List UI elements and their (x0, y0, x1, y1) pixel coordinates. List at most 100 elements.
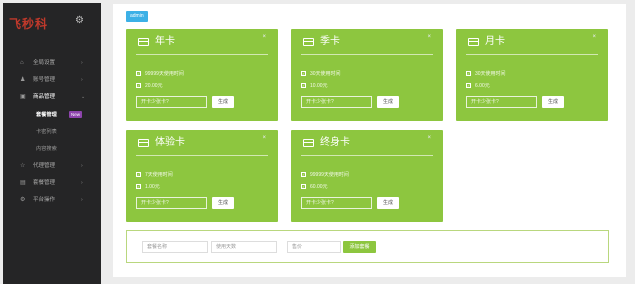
card-price: ✓ 6.00元 (466, 82, 490, 90)
card-duration: ✓ 99999天使用时间 (136, 70, 184, 78)
check-icon: ✓ (301, 82, 306, 88)
divider (301, 155, 433, 156)
sidebar-item-label: 套餐管理 (33, 180, 56, 186)
package-card-trial: 体验卡 × ✓ 7天使用时间 ✓ 1.00元 开卡少张卡? 生成 (126, 130, 278, 222)
check-icon: ✓ (301, 183, 306, 189)
package-card-quarterly: 季卡 × ✓ 30天使用时间 ✓ 10.00元 开卡少张卡? 生成 (291, 29, 443, 121)
card-price: ✓ 10.00元 (301, 82, 328, 90)
price-input[interactable]: 售价 (287, 241, 341, 253)
card-price: ✓ 20.00元 (136, 82, 163, 90)
sidebar-item-agents[interactable]: ☆ 代理管理 › (3, 159, 101, 173)
sidebar-item-label: 账号管理 (33, 77, 56, 83)
duration-text: 7天使用时间 (145, 172, 173, 178)
add-package-button[interactable]: 添加套餐 (343, 241, 376, 253)
sidebar-item-accounts[interactable]: ♟ 账号管理 › (3, 73, 101, 87)
card-icon (303, 139, 314, 147)
star-icon: ☆ (20, 163, 26, 169)
card-duration: ✓ 99999天使用时间 (301, 171, 349, 179)
duration-text: 30天使用时间 (475, 71, 506, 77)
check-icon: ✓ (136, 82, 141, 88)
sidebar-subitem-label: 卡密列表 (36, 129, 57, 135)
check-icon: ✓ (301, 70, 306, 76)
card-price: ✓ 1.00元 (136, 183, 160, 191)
card-price: ✓ 60.00元 (301, 183, 328, 191)
card-title: 终身卡 (320, 137, 350, 148)
sidebar-item-package-management[interactable]: ▤ 套餐管理 › (3, 176, 101, 190)
card-duration: ✓ 7天使用时间 (136, 171, 173, 179)
card-title: 季卡 (320, 36, 340, 47)
home-icon: ⌂ (20, 60, 24, 66)
sidebar-subitem-label: 内容搜索 (36, 146, 57, 152)
sidebar-subitem-card-list[interactable]: 卡密列表 (3, 125, 101, 139)
card-title: 体验卡 (155, 137, 185, 148)
chevron-right-icon: › (81, 180, 83, 186)
generate-button[interactable]: 生成 (212, 197, 234, 209)
price-text: 6.00元 (475, 83, 490, 89)
package-card-monthly: 月卡 × ✓ 30天使用时间 ✓ 6.00元 开卡少张卡? 生成 (456, 29, 608, 121)
check-icon: ✓ (136, 171, 141, 177)
brand-logo: 飞秒科 (9, 17, 49, 31)
sidebar-item-label: 全局设置 (33, 60, 56, 66)
duration-text: 99999天使用时间 (310, 172, 349, 178)
chevron-right-icon: › (81, 197, 83, 203)
sidebar-item-platform[interactable]: ⚙ 平台操作 › (3, 193, 101, 207)
generate-button[interactable]: 生成 (212, 96, 234, 108)
sidebar: 飞秒科 ⚙ ⌂ 全局设置 › ♟ 账号管理 › ▣ 商品管理 ⌄ 套餐管理 Ne… (3, 3, 101, 284)
sidebar-subitem-packages[interactable]: 套餐管理 New (3, 108, 101, 122)
check-icon: ✓ (136, 183, 141, 189)
breadcrumb[interactable]: admin (126, 11, 148, 22)
quantity-input[interactable]: 开卡少张卡? (301, 197, 372, 209)
generate-button[interactable]: 生成 (377, 96, 399, 108)
quantity-input[interactable]: 开卡少张卡? (136, 96, 207, 108)
list-icon: ▤ (20, 180, 26, 186)
card-title: 月卡 (485, 36, 505, 47)
chevron-right-icon: › (81, 163, 83, 169)
sidebar-subitem-label: 套餐管理 (36, 112, 57, 118)
chevron-right-icon: › (81, 60, 83, 66)
price-text: 1.00元 (145, 184, 160, 190)
divider (466, 54, 598, 55)
sidebar-item-label: 代理管理 (33, 163, 56, 169)
divider (301, 54, 433, 55)
close-icon[interactable]: × (262, 34, 266, 40)
quantity-input[interactable]: 开卡少张卡? (466, 96, 537, 108)
package-card-yearly: 年卡 × ✓ 99999天使用时间 ✓ 20.00元 开卡少张卡? 生成 (126, 29, 278, 121)
package-name-input[interactable]: 套餐名称 (142, 241, 208, 253)
quantity-input[interactable]: 开卡少张卡? (301, 96, 372, 108)
card-icon (138, 38, 149, 46)
new-badge: New (69, 111, 83, 118)
close-icon[interactable]: × (592, 34, 596, 40)
sidebar-item-label: 平台操作 (33, 197, 56, 203)
divider (136, 155, 268, 156)
close-icon[interactable]: × (427, 135, 431, 141)
duration-text: 30天使用时间 (310, 71, 341, 77)
check-icon: ✓ (301, 171, 306, 177)
settings-gear-icon[interactable]: ⚙ (75, 16, 85, 26)
quantity-input[interactable]: 开卡少张卡? (136, 197, 207, 209)
price-text: 10.00元 (310, 83, 328, 89)
add-package-form: 套餐名称 使用天数 售价 添加套餐 (126, 230, 609, 263)
gear-icon: ⚙ (20, 197, 26, 203)
card-icon (138, 139, 149, 147)
package-card-lifetime: 终身卡 × ✓ 99999天使用时间 ✓ 60.00元 开卡少张卡? 生成 (291, 130, 443, 222)
check-icon: ✓ (136, 70, 141, 76)
usage-days-input[interactable]: 使用天数 (211, 241, 277, 253)
divider (136, 54, 268, 55)
sidebar-item-products[interactable]: ▣ 商品管理 ⌄ (3, 90, 101, 104)
chevron-down-icon: ⌄ (81, 94, 86, 100)
card-duration: ✓ 30天使用时间 (301, 70, 341, 78)
generate-button[interactable]: 生成 (377, 197, 399, 209)
card-icon (468, 38, 479, 46)
card-icon (303, 38, 314, 46)
users-icon: ♟ (20, 77, 26, 83)
main-panel: admin 年卡 × ✓ 99999天使用时间 ✓ 20.00元 开卡少张卡? 生成… (113, 4, 626, 277)
close-icon[interactable]: × (427, 34, 431, 40)
card-title: 年卡 (155, 36, 175, 47)
sidebar-item-global-settings[interactable]: ⌂ 全局设置 › (3, 56, 101, 70)
close-icon[interactable]: × (262, 135, 266, 141)
sidebar-subitem-content-search[interactable]: 内容搜索 (3, 142, 101, 156)
price-text: 20.00元 (145, 83, 163, 89)
box-icon: ▣ (20, 94, 26, 100)
sidebar-item-label: 商品管理 (33, 94, 56, 100)
generate-button[interactable]: 生成 (542, 96, 564, 108)
